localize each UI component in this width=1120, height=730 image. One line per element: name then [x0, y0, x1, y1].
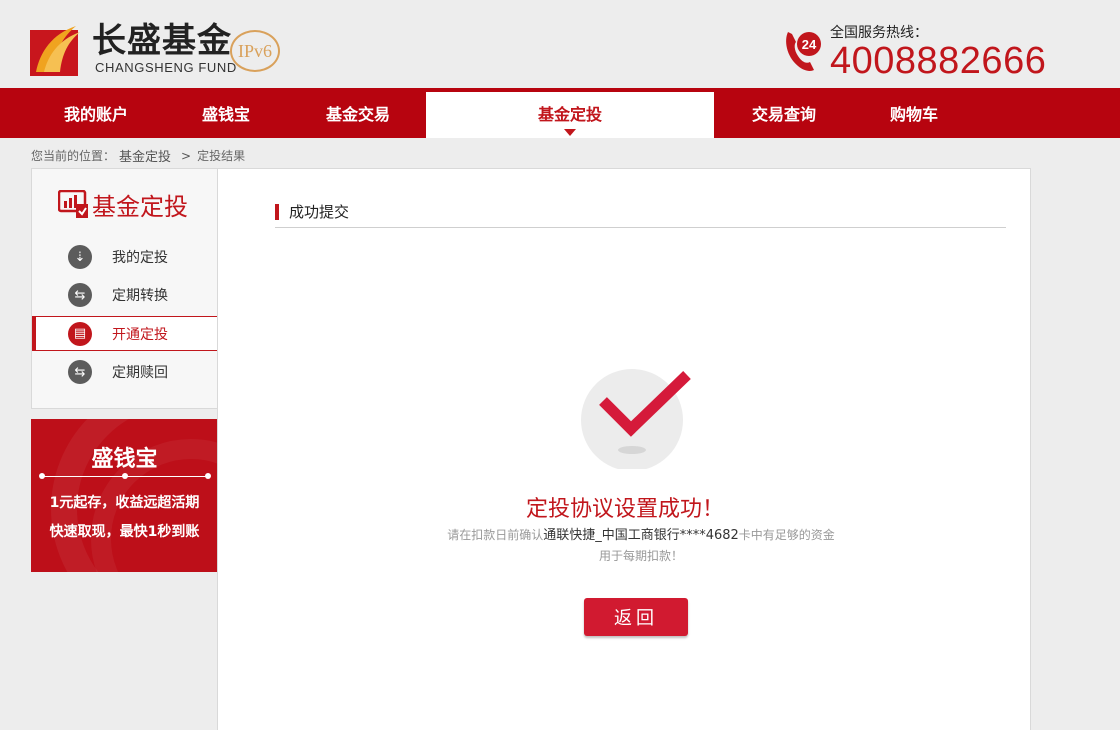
sidebar-item-label: 开通定投 — [112, 326, 168, 343]
success-title: 定投协议设置成功！ — [525, 497, 724, 522]
download-arrow-icon: ⇣ — [68, 245, 92, 269]
section-divider — [275, 227, 1006, 228]
calendar-icon: ▤ — [68, 321, 92, 346]
service-hotline: 24 全国服务热线： 4008882666 — [782, 24, 1046, 80]
main-nav: 我的账户 盛钱宝 基金交易 基金定投 交易查询 购物车 — [0, 88, 1120, 138]
nav-item-shengqianbao[interactable]: 盛钱宝 — [162, 88, 290, 138]
logo-mark-icon — [30, 26, 80, 76]
success-description: 请在扣款日前确认通联快捷_中国工商银行****4682卡中有足够的资金用于每期扣… — [446, 525, 836, 566]
sidebar-item-label: 定期赎回 — [112, 365, 168, 381]
promo-title: 盛钱宝 — [91, 447, 158, 472]
swap-arrows-icon: ⇆ — [68, 360, 92, 384]
breadcrumb-parent-link[interactable]: 基金定投 — [119, 146, 171, 165]
breadcrumb-prefix: 您当前的位置： — [31, 149, 116, 163]
phone-24h-icon: 24 — [786, 32, 821, 71]
main-panel: 成功提交 定投协议设置成功！ 请在扣款日前确认通联快捷_中国工商银行****46… — [217, 168, 1031, 730]
sidebar-item-my-sip[interactable]: ⇣ 我的定投 — [32, 240, 219, 274]
back-button[interactable]: 返回 — [584, 598, 688, 636]
sidebar-item-periodic-redemption[interactable]: ⇆ 定期赎回 — [32, 355, 219, 389]
ipv6-badge: IPv6 — [230, 30, 280, 72]
hotline-24-text: 24 — [802, 37, 817, 52]
promo-line-1: 1元起存，收益远超活期 — [49, 495, 200, 511]
nav-item-cart[interactable]: 购物车 — [854, 88, 974, 138]
fund-sip-icon — [58, 189, 88, 218]
changsheng-logo[interactable]: 长盛基金 CHANGSHENG FUND IPv6 — [30, 22, 280, 76]
sidebar-item-open-sip[interactable]: ▤ 开通定投 — [32, 316, 219, 351]
promo-line-2: 快速取现，最快1秒到账 — [49, 524, 200, 540]
desc-prefix: 请在扣款日前确认 — [447, 528, 544, 542]
nav-item-fund-sip[interactable]: 基金定投 — [426, 92, 714, 138]
logo-english-name: CHANGSHENG FUND — [95, 60, 237, 75]
desc-bank-account: 通联快捷_中国工商银行****4682 — [543, 528, 739, 543]
breadcrumb-current: 定投结果 — [197, 149, 246, 163]
logo-chinese-name: 长盛基金 — [92, 21, 232, 61]
sidebar-item-periodic-conversion[interactable]: ⇆ 定期转换 — [32, 278, 219, 312]
sidebar-item-label: 定期转换 — [112, 288, 168, 304]
swap-arrows-icon: ⇆ — [68, 283, 92, 307]
logo-text: 长盛基金 CHANGSHENG FUND — [92, 22, 237, 76]
nav-item-fund-trading[interactable]: 基金交易 — [290, 88, 426, 138]
breadcrumb: 您当前的位置： 基金定投 > 定投结果 — [31, 146, 249, 166]
site-header: 长盛基金 CHANGSHENG FUND IPv6 24 全国服务热线： 400… — [0, 0, 1120, 88]
sidebar-header: 基金定投 — [58, 187, 188, 222]
breadcrumb-separator: > — [181, 148, 192, 163]
promo-divider-dot — [122, 473, 128, 479]
sidebar-title: 基金定投 — [92, 193, 188, 221]
nav-item-my-account[interactable]: 我的账户 — [30, 88, 162, 138]
section-title: 成功提交 — [275, 203, 349, 221]
sidebar: 基金定投 ⇣ 我的定投 ⇆ 定期转换 ▤ 开通定投 ⇆ 定期赎回 — [31, 168, 219, 409]
success-check-icon — [581, 369, 691, 469]
hotline-number: 4008882666 — [830, 40, 1047, 82]
shengqianbao-promo-banner[interactable]: 盛钱宝 1元起存，收益远超活期 快速取现，最快1秒到账 — [31, 419, 218, 572]
sidebar-item-label: 我的定投 — [112, 250, 168, 266]
nav-item-transaction-query[interactable]: 交易查询 — [714, 88, 854, 138]
